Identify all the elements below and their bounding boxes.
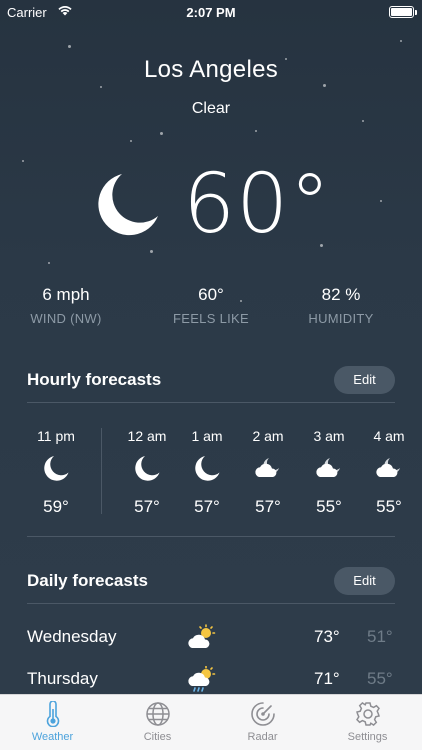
stat-value: 82 % [321, 285, 361, 304]
hourly-item: 3 am 55° [299, 428, 359, 517]
stat-feels-like: 60° FEELS LIKE [141, 285, 281, 326]
hour-temp: 57° [134, 497, 160, 516]
tab-radar[interactable]: Radar [210, 695, 315, 750]
current-temperature: 60° [183, 157, 332, 252]
gear-icon [355, 702, 380, 726]
stat-value: 60° [198, 285, 224, 304]
cloudy-night-icon [255, 458, 279, 477]
stat-wind: 6 mph WIND (NW) [0, 285, 136, 326]
hourly-edit-button[interactable]: Edit [334, 366, 395, 394]
hour-temp: 57° [255, 497, 281, 516]
moon-icon [135, 456, 160, 481]
status-time: 2:07 PM [186, 5, 236, 20]
tab-cities[interactable]: Cities [105, 695, 210, 750]
divider [27, 536, 395, 537]
current-condition: Clear [191, 100, 231, 117]
city-name: Los Angeles [143, 56, 279, 83]
tab-weather[interactable]: Weather [0, 695, 105, 750]
hour-temp: 59° [43, 497, 69, 516]
battery-icon [389, 6, 417, 18]
daily-edit-button[interactable]: Edit [334, 567, 395, 595]
stat-label: HUMIDITY [308, 311, 374, 326]
daily-row[interactable]: Thursday 71° 55° [27, 666, 395, 696]
radar-icon [250, 702, 275, 726]
hour-temp: 55° [376, 497, 402, 516]
divider [27, 402, 395, 403]
day-name: Thursday [27, 669, 98, 688]
day-high-temp: 73° [314, 627, 340, 646]
day-name: Wednesday [27, 627, 117, 646]
tab-label: Cities [143, 731, 172, 743]
moon-icon [98, 174, 158, 236]
tab-label: Radar [247, 731, 278, 743]
hour-label: 3 am [313, 428, 345, 444]
thermometer-icon [46, 701, 59, 727]
stat-label: WIND (NW) [30, 311, 102, 326]
hour-label: 4 am [373, 428, 405, 444]
divider [27, 603, 395, 604]
stat-humidity: 82 % HUMIDITY [271, 285, 411, 326]
hourly-forecast-list[interactable]: 11 pm 59° 12 am 57° 1 am 57° 2 am 57° 3 … [0, 420, 422, 520]
weather-screen: Carrier 2:07 PM Los Angeles Clear 60° 6 … [0, 0, 422, 750]
hour-divider [101, 428, 102, 514]
day-high-temp: 71° [314, 669, 340, 688]
partly-sunny-icon [188, 624, 216, 648]
hour-temp: 55° [316, 497, 342, 516]
hour-label: 1 am [191, 428, 223, 444]
stat-value: 6 mph [42, 285, 90, 304]
stat-label: FEELS LIKE [173, 311, 249, 326]
hourly-item: 1 am 57° [177, 428, 237, 517]
tab-label: Settings [347, 731, 388, 743]
hour-label: 2 am [252, 428, 284, 444]
current-stats: 6 mph WIND (NW) 60° FEELS LIKE 82 % HUMI… [0, 285, 422, 335]
tab-label: Weather [31, 731, 74, 743]
daily-row[interactable]: Wednesday 73° 51° [27, 624, 395, 654]
cloudy-night-icon [316, 458, 340, 477]
hourly-item: 2 am 57° [238, 428, 298, 517]
hour-label: 12 am [127, 428, 167, 444]
cloudy-night-icon [376, 458, 400, 477]
tab-settings[interactable]: Settings [315, 695, 420, 750]
status-bar: Carrier 2:07 PM [0, 0, 422, 24]
moon-icon [44, 456, 69, 481]
tab-bar: Weather Cities Radar Settings [0, 694, 422, 750]
sun-rain-icon [188, 666, 216, 692]
hour-label: 11 pm [37, 428, 75, 444]
day-low-temp: 51° [367, 627, 393, 646]
hourly-item: 4 am 55° [359, 428, 419, 517]
hourly-forecasts-title: Hourly forecasts [27, 370, 162, 389]
day-low-temp: 55° [367, 669, 393, 688]
hourly-item: 12 am 57° [117, 428, 177, 517]
hour-temp: 57° [194, 497, 220, 516]
globe-icon [145, 702, 170, 726]
daily-forecasts-title: Daily forecasts [27, 571, 148, 590]
hourly-item: 11 pm 59° [26, 428, 86, 517]
moon-icon [195, 456, 220, 481]
